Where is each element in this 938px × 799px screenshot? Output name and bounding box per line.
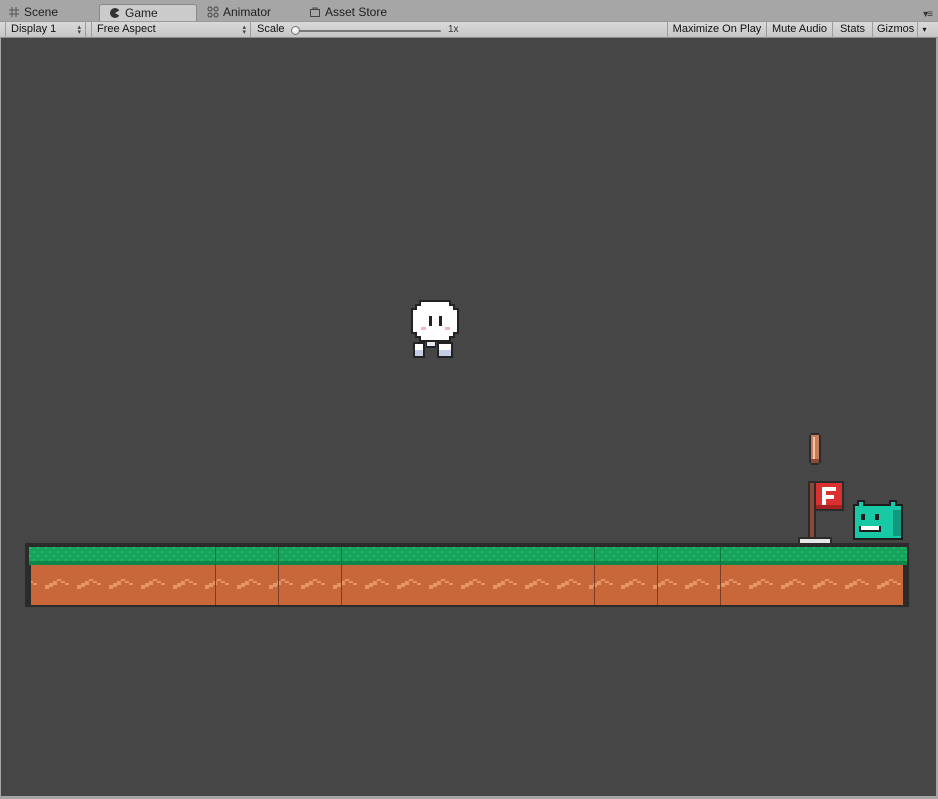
scale-slider-handle[interactable] [291, 26, 300, 35]
tab-animator-label: Animator [223, 5, 272, 19]
game-view-toolbar: Display 1 ▴ ▾ Free Aspect ▴ ▾ Scale 1x Max… [0, 21, 938, 38]
editor-tab-bar: Scene Game Animator Asset Store ▾≡ [0, 0, 938, 21]
tab-asset-store-label: Asset Store [325, 5, 388, 19]
maximize-on-play-toggle[interactable]: Maximize On Play [667, 22, 766, 38]
mute-audio-toggle[interactable]: Mute Audio [766, 22, 832, 38]
stats-toggle[interactable]: Stats [832, 22, 872, 38]
tab-scene[interactable]: Scene [8, 4, 58, 21]
tab-scene-label: Scene [24, 5, 59, 19]
display-dropdown-value: Display 1 [11, 23, 57, 35]
aspect-dropdown-value: Free Aspect [97, 23, 156, 35]
display-dropdown[interactable]: Display 1 ▴ ▾ [5, 22, 86, 38]
scale-value: 1x [448, 24, 459, 35]
tab-game[interactable]: Game [99, 4, 197, 21]
ground-platform [25, 543, 909, 607]
aspect-dropdown[interactable]: Free Aspect ▴ ▾ [91, 22, 251, 38]
gizmos-dropdown-arrow-icon[interactable]: ▾ [917, 22, 931, 38]
gizmos-toggle[interactable]: Gizmos [872, 22, 917, 38]
tab-asset-store[interactable]: Asset Store [309, 4, 387, 21]
dropdown-arrows-icon: ▴ ▾ [242, 24, 246, 36]
scale-label: Scale [257, 23, 285, 35]
game-viewport[interactable] [1, 38, 936, 796]
game-icon [109, 7, 121, 19]
scale-slider-track[interactable] [296, 30, 441, 32]
panel-menu-icon[interactable]: ▾≡ [923, 9, 933, 20]
animator-icon [207, 6, 219, 18]
player-character [410, 298, 460, 360]
coin-pickup [808, 433, 822, 465]
tab-game-label: Game [125, 6, 158, 20]
grid-icon [8, 6, 20, 18]
tab-animator[interactable]: Animator [207, 4, 271, 21]
goal-flag [796, 479, 844, 547]
teal-cat-enemy [851, 494, 907, 542]
dropdown-arrows-icon: ▴ ▾ [77, 24, 81, 36]
store-icon [309, 6, 321, 18]
